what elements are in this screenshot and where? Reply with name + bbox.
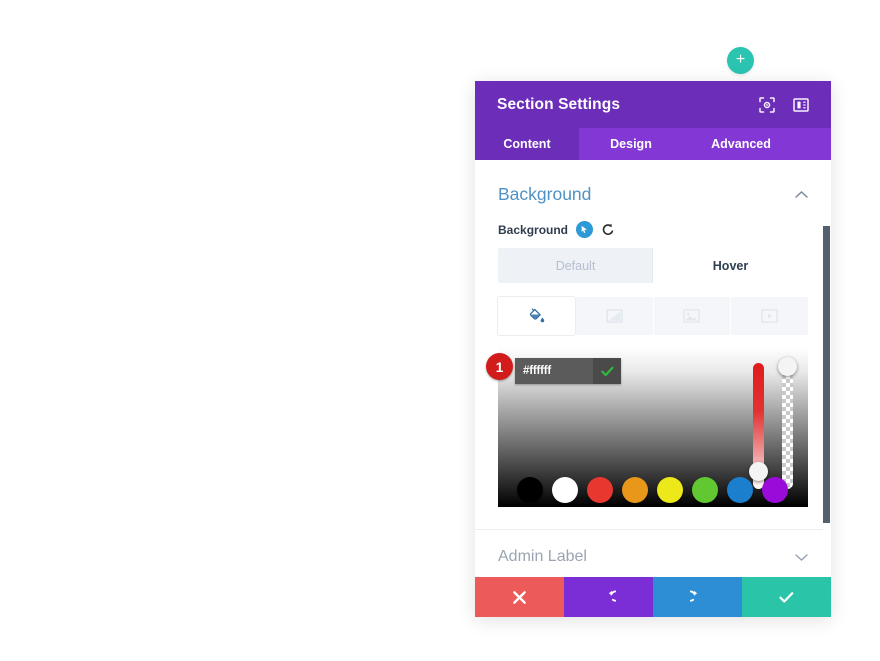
background-field-label-row: Background — [475, 221, 831, 238]
check-icon — [600, 366, 613, 376]
reset-arrow-icon[interactable] — [601, 223, 615, 237]
color-swatch[interactable] — [762, 477, 788, 503]
undo-button[interactable] — [564, 577, 653, 617]
add-section-button[interactable]: + — [727, 47, 754, 74]
header-icon-group — [759, 96, 809, 113]
modal-body: Background Background Default Hover #fff… — [475, 160, 831, 577]
state-default-button[interactable]: Default — [498, 248, 653, 283]
hex-input-group — [515, 358, 621, 384]
admin-label-title: Admin Label — [498, 548, 587, 565]
hex-color-input[interactable] — [515, 358, 593, 384]
modal-tabbar: Content Design Advanced — [475, 128, 831, 160]
redo-arrow-icon — [690, 590, 698, 602]
background-type-tabs — [498, 297, 808, 335]
cancel-button[interactable] — [475, 577, 564, 617]
color-swatch[interactable] — [587, 477, 613, 503]
undo-arrow-icon — [608, 590, 616, 602]
alpha-slider[interactable] — [782, 363, 793, 489]
background-state-toggle: Default Hover — [498, 248, 808, 283]
close-icon — [513, 590, 526, 604]
bg-type-image-tab[interactable] — [653, 297, 731, 335]
save-button[interactable] — [742, 577, 831, 617]
plus-icon: + — [735, 50, 746, 68]
focus-target-icon[interactable] — [759, 96, 775, 113]
annotation-badge-1: 1 — [486, 353, 513, 380]
modal-scrollbar[interactable] — [823, 160, 831, 577]
tab-design[interactable]: Design — [579, 128, 683, 160]
bg-type-color-tab[interactable] — [498, 297, 575, 335]
section-settings-modal: Section Settings Content Design Advanced… — [475, 81, 831, 617]
background-section-title: Background — [498, 184, 592, 204]
redo-button[interactable] — [653, 577, 742, 617]
check-icon — [779, 591, 794, 603]
state-hover-button[interactable]: Hover — [653, 248, 808, 283]
chevron-up-icon[interactable] — [795, 190, 808, 199]
modal-header: Section Settings — [475, 81, 831, 128]
color-swatch[interactable] — [657, 477, 683, 503]
bg-type-gradient-tab[interactable] — [575, 297, 653, 335]
admin-label-section-header[interactable]: Admin Label — [475, 530, 831, 577]
cursor-arrow-glyph — [581, 225, 587, 234]
layout-panel-icon[interactable] — [793, 97, 809, 113]
bg-video-icon — [761, 309, 778, 323]
bg-color-icon — [529, 307, 545, 322]
background-section-header[interactable]: Background — [475, 160, 831, 221]
modal-scrollbar-thumb[interactable] — [823, 226, 830, 523]
bg-image-icon — [683, 309, 700, 323]
bg-gradient-icon — [606, 309, 623, 323]
cursor-pointer-icon[interactable] — [576, 221, 594, 238]
tab-advanced[interactable]: Advanced — [683, 128, 799, 160]
color-swatch[interactable] — [622, 477, 648, 503]
color-picker: 1 — [486, 347, 808, 507]
color-swatch-row — [517, 477, 788, 503]
tab-content[interactable]: Content — [475, 128, 579, 160]
bg-type-video-tab[interactable] — [731, 297, 808, 335]
color-swatch[interactable] — [692, 477, 718, 503]
hex-confirm-button[interactable] — [593, 358, 621, 384]
alpha-slider-handle[interactable] — [778, 357, 797, 376]
modal-footer — [475, 577, 831, 617]
color-swatch[interactable] — [552, 477, 578, 503]
background-field-label: Background — [498, 222, 569, 237]
chevron-down-icon[interactable] — [795, 553, 808, 562]
page-title: Section Settings — [497, 95, 621, 113]
color-swatch[interactable] — [517, 477, 543, 503]
color-swatch[interactable] — [727, 477, 753, 503]
